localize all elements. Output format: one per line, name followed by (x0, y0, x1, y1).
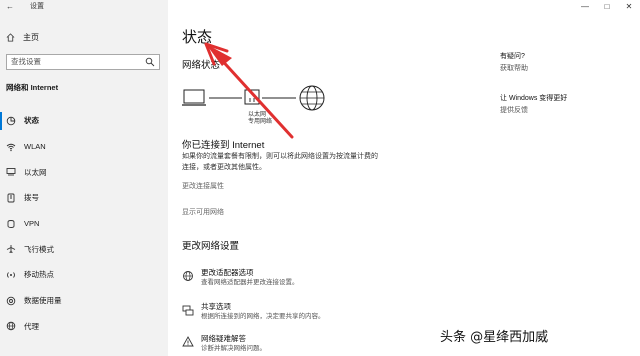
connection-status-title: 你已连接到 Internet (182, 140, 265, 151)
sidebar: ← 设置 主页 查找设置 网络和 Internet 状态 WLAN 以太网 拨号… (0, 0, 168, 356)
page-title: 状态 (182, 29, 213, 46)
internet-globe-icon (299, 85, 325, 111)
sidebar-nav: 状态 WLAN 以太网 拨号 VPN 飞行模式 移动热点 数据使用量 代理 (0, 108, 168, 339)
main-content: — □ ✕ 状态 网络状态 以太网 专用网络 你已连接到 Internet 如果… (168, 0, 640, 356)
back-arrow-icon[interactable]: ← (6, 2, 14, 12)
network-status-heading: 网络状态 (182, 60, 221, 71)
home-icon (6, 32, 15, 42)
get-help-link[interactable]: 获取帮助 (500, 64, 630, 74)
improve-title: 让 Windows 变得更好 (500, 95, 568, 102)
sidebar-item-ethernet[interactable]: 以太网 (0, 159, 168, 185)
network-diagram (182, 85, 325, 111)
show-available-networks-link[interactable]: 显示可用网络 (182, 207, 224, 217)
change-network-settings-heading: 更改网络设置 (182, 241, 240, 252)
sidebar-item-label: 拨号 (24, 193, 39, 203)
minimize-button[interactable]: — (574, 0, 596, 14)
sidebar-item-label: 移动热点 (24, 270, 54, 280)
watermark: 头条 @星绛西加威 (440, 330, 549, 345)
status-icon (6, 116, 16, 126)
option-desc: 根据所连接到的网络，决定要共享的内容。 (201, 313, 325, 320)
sidebar-item-label: WLAN (24, 142, 46, 152)
option-desc: 查看网络适配器并更改连接设置。 (201, 279, 299, 286)
vpn-icon (6, 219, 16, 229)
maximize-button[interactable]: □ (596, 0, 618, 14)
sidebar-item-label: 代理 (24, 321, 39, 331)
sidebar-item-vpn[interactable]: VPN (0, 211, 168, 237)
sidebar-item-label: 飞行模式 (24, 244, 54, 254)
hotspot-icon (6, 270, 16, 280)
titlebar: ← 设置 (0, 0, 168, 14)
option-title: 网络疑难解答 (201, 334, 246, 343)
feedback-link[interactable]: 提供反馈 (500, 106, 630, 116)
airplane-icon (6, 244, 16, 254)
option-troubleshoot[interactable]: 网络疑难解答 诊断并解决网络问题。 (182, 334, 382, 353)
option-adapter[interactable]: 更改适配器选项 查看网络适配器并更改连接设置。 (182, 268, 382, 287)
sidebar-item-wlan[interactable]: WLAN (0, 134, 168, 160)
question-title: 有疑问? (500, 53, 525, 60)
data-usage-icon (6, 296, 16, 306)
home-label: 主页 (23, 32, 39, 42)
laptop-icon (182, 89, 206, 106)
option-title: 更改适配器选项 (201, 268, 254, 277)
sidebar-item-label: 状态 (24, 116, 39, 126)
section-label: 网络和 Internet (6, 83, 59, 92)
wifi-icon (6, 142, 16, 152)
app-title: 设置 (30, 3, 44, 10)
sidebar-item-label: 数据使用量 (24, 296, 62, 306)
right-panel: 有疑问? 获取帮助 让 Windows 变得更好 提供反馈 (500, 52, 630, 116)
globe-icon (6, 321, 16, 331)
sidebar-item-proxy[interactable]: 代理 (0, 314, 168, 340)
option-desc: 诊断并解决网络问题。 (201, 345, 266, 352)
option-title: 共享选项 (201, 302, 231, 311)
close-button[interactable]: ✕ (618, 0, 640, 14)
ethernet-port-icon (244, 89, 260, 105)
ethernet-name: 以太网 (248, 112, 267, 118)
sidebar-item-dialup[interactable]: 拨号 (0, 185, 168, 211)
adapter-icon (182, 269, 194, 281)
search-icon[interactable] (145, 57, 155, 67)
sidebar-item-airplane[interactable]: 飞行模式 (0, 236, 168, 262)
troubleshoot-icon (182, 335, 194, 347)
connection-status-desc: 如果你的流量套餐有限制，则可以将此网络设置为按流量计费的连接，或者更改其他属性。 (182, 153, 378, 171)
home-link[interactable]: 主页 (6, 30, 39, 44)
window-controls: — □ ✕ (574, 0, 640, 14)
option-sharing[interactable]: 共享选项 根据所连接到的网络，决定要共享的内容。 (182, 302, 382, 321)
sidebar-item-label: VPN (24, 219, 40, 229)
search-placeholder: 查找设置 (11, 57, 41, 66)
sidebar-item-status[interactable]: 状态 (0, 108, 168, 134)
change-connection-properties-link[interactable]: 更改连接属性 (182, 181, 224, 191)
dialup-icon (6, 193, 16, 203)
search-input[interactable]: 查找设置 (6, 54, 160, 70)
network-type: 专用网络 (248, 119, 273, 125)
sidebar-item-label: 以太网 (24, 167, 47, 177)
sidebar-item-data-usage[interactable]: 数据使用量 (0, 288, 168, 314)
sharing-icon (182, 303, 194, 316)
sidebar-item-hotspot[interactable]: 移动热点 (0, 262, 168, 288)
ethernet-icon (6, 167, 16, 177)
